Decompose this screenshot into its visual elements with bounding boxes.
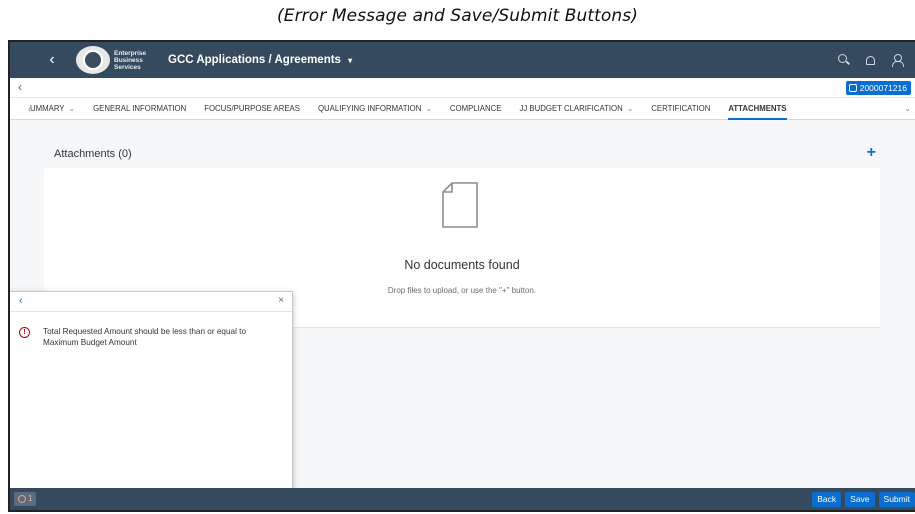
error-icon: ! — [19, 327, 30, 338]
tab-label: UMMARY — [30, 103, 65, 113]
tab-label: ATTACHMENTS — [728, 103, 787, 113]
app-title: GCC Applications / Agreements — [168, 54, 341, 66]
section-tabs: ‹ UMMARY ⌄ GENERAL INFORMATION FOCUS/PURP… — [10, 98, 915, 120]
object-subheader: ‹ 2000071216 — [10, 78, 915, 98]
chevron-down-icon: ⌄ — [425, 103, 432, 113]
footer-toolbar: 1 Back Save Submit — [10, 488, 915, 510]
document-icon — [442, 182, 478, 228]
tab-label: GENERAL INFORMATION — [93, 103, 187, 113]
app-title-menu[interactable]: GCC Applications / Agreements ▾ — [168, 54, 352, 66]
empty-state-title: No documents found — [404, 258, 520, 272]
attachments-header: Attachments (0) + — [44, 144, 880, 170]
message-popover-header: ‹ × — [10, 292, 292, 312]
add-attachment-button[interactable]: + — [867, 144, 876, 162]
caret-down-icon: ▾ — [348, 56, 353, 65]
organization-logo — [76, 46, 110, 74]
tab-focus-purpose-areas[interactable]: FOCUS/PURPOSE AREAS — [204, 98, 300, 120]
record-id: 2000071216 — [859, 83, 907, 93]
tab-label: CERTIFICATION — [651, 103, 711, 113]
page-caption: (Error Message and Save/Submit Buttons) — [277, 6, 638, 26]
attachments-title: Attachments (0) — [54, 148, 132, 160]
back-button[interactable]: Back — [812, 492, 842, 507]
chevron-down-icon: ⌄ — [68, 103, 76, 113]
message-indicator-button[interactable]: 1 — [14, 492, 37, 506]
tab-qualifying-information[interactable]: QUALIFYING INFORMATION ⌄ — [318, 98, 432, 120]
tab-label: QUALIFYING INFORMATION — [317, 103, 422, 113]
logo-text: Enterprise Business Services — [114, 49, 147, 71]
tab-jj-budget-clarification[interactable]: JJ BUDGET CLARIFICATION ⌄ — [519, 98, 633, 120]
bell-icon[interactable] — [866, 56, 875, 65]
tab-certification[interactable]: CERTIFICATION — [651, 98, 710, 120]
error-icon — [18, 495, 26, 503]
message-item[interactable]: ! Total Requested Amount should be less … — [19, 326, 279, 348]
shell-actions — [838, 42, 904, 78]
error-count: 1 — [28, 494, 33, 503]
tabs-overflow-icon[interactable]: ⌄ — [904, 98, 911, 120]
message-back-button[interactable]: ‹ — [19, 295, 23, 307]
seal-icon — [83, 50, 103, 70]
tab-compliance[interactable]: COMPLIANCE — [450, 98, 502, 120]
page-back-button[interactable]: ‹ — [18, 80, 22, 94]
user-icon[interactable] — [891, 54, 904, 67]
tab-label: COMPLIANCE — [449, 103, 502, 113]
tab-general-information[interactable]: GENERAL INFORMATION — [93, 98, 186, 120]
shell-back-button[interactable]: ‹ — [42, 51, 62, 69]
message-popover: ‹ × ! Total Requested Amount should be l… — [10, 291, 293, 493]
tab-attachments[interactable]: ATTACHMENTS — [728, 98, 787, 120]
save-button[interactable]: Save — [845, 492, 875, 507]
message-text: Total Requested Amount should be less th… — [43, 327, 247, 347]
document-icon — [848, 84, 857, 92]
tab-summary[interactable]: UMMARY ⌄ — [30, 98, 75, 120]
chevron-down-icon: ⌄ — [626, 103, 634, 113]
app-window: ‹ Enterprise Business Services GCC Appli… — [8, 40, 915, 512]
tab-label: JJ BUDGET CLARIFICATION — [519, 103, 623, 113]
shell-bar: ‹ Enterprise Business Services GCC Appli… — [10, 42, 915, 78]
tab-label: FOCUS/PURPOSE AREAS — [204, 103, 300, 113]
record-id-badge[interactable]: 2000071216 — [845, 81, 911, 95]
footer-actions: Back Save Submit — [812, 492, 915, 507]
submit-button[interactable]: Submit — [878, 492, 915, 507]
close-icon[interactable]: × — [278, 295, 284, 306]
search-icon[interactable] — [838, 54, 850, 66]
